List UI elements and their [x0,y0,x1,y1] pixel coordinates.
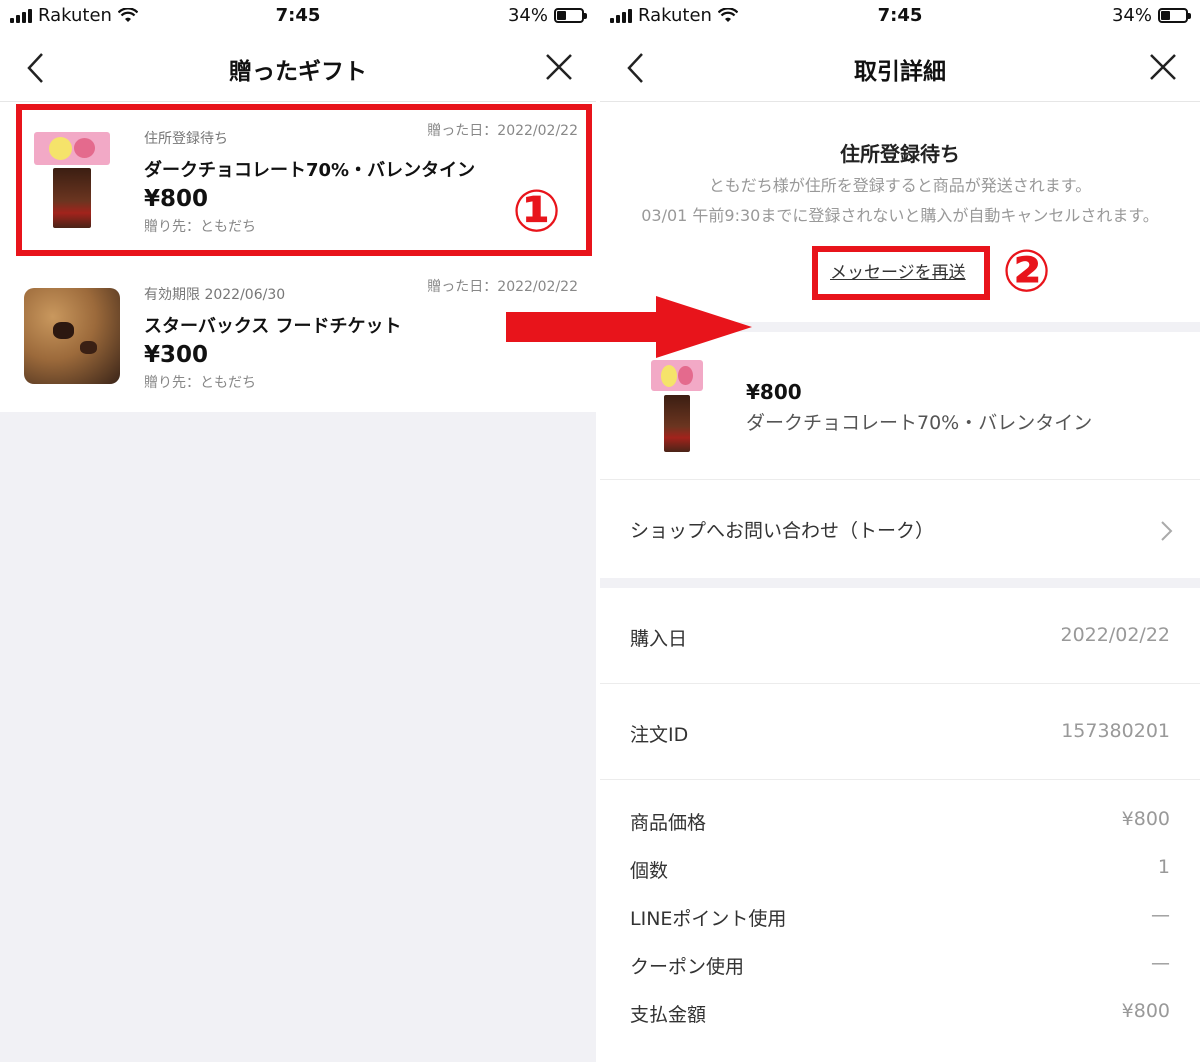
status-note: 03/01 午前9:30までに登録されないと購入が自動キャンセルされます。 [641,206,1159,225]
navigation-bar: 取引詳細 [600,34,1200,102]
status-description: ともだち様が住所を登録すると商品が発送されます。 [708,176,1092,195]
purchase-date-value: 2022/02/22 [1060,624,1170,646]
clock: 7:45 [877,5,923,26]
detail-label: クーポン使用 [630,956,745,978]
product-name: ダークチョコレート70%・バレンタイン [746,412,1093,434]
detail-value: ¥800 [1121,1000,1170,1022]
order-id-label: 注文ID [630,724,689,746]
callout-number-1: ① [512,177,562,245]
highlight-box-1 [16,104,592,256]
shop-contact-row[interactable]: ショップへお問い合わせ（トーク） [600,480,1200,578]
section-divider [600,578,1200,588]
gift-price: ¥300 [144,342,209,368]
detail-label: 個数 [630,860,669,882]
status-title: 住所登録待ち [840,142,960,166]
product-price: ¥800 [746,380,802,404]
shop-contact-label: ショップへお問い合わせ（トーク） [630,520,935,542]
order-id-row: 注文ID 157380201 [600,684,1200,780]
navigation-bar: 贈ったギフト [0,34,596,102]
chocolate-gift-image [644,360,710,452]
gift-list-screen: Rakuten 7:45 34% 贈ったギフト 住所登録待ち 贈った日：2022… [0,0,596,1062]
arrow-right-icon [506,296,752,358]
detail-row: 支払金額 ¥800 [630,1000,1170,1030]
detail-row: クーポン使用 — [630,952,1170,982]
purchase-date-row: 購入日 2022/02/22 [600,588,1200,684]
chevron-right-icon [1161,521,1173,541]
gift-recipient: 贈り先：ともだち [144,375,256,391]
page-title: 取引詳細 [854,59,946,85]
cookie-image [24,288,120,384]
detail-value: — [1151,952,1170,974]
callout-number-2: ② [1002,237,1052,305]
detail-label: 商品価格 [630,812,707,834]
detail-label: LINEポイント使用 [630,908,787,930]
detail-label: 支払金額 [630,1004,707,1026]
detail-value: — [1151,904,1170,926]
clock: 7:45 [275,5,321,26]
order-id-value: 157380201 [1061,720,1170,742]
highlight-box-2 [812,246,990,300]
status-bar: Rakuten 7:45 34% [600,0,1200,34]
gift-status: 有効期限 2022/06/30 [144,287,286,303]
transaction-detail-screen: Rakuten 7:45 34% 取引詳細 住所登録待ち ともだち様が住所を登録… [600,0,1200,1062]
detail-row: 個数 1 [630,856,1170,886]
close-icon[interactable] [1148,52,1178,82]
price-breakdown: 商品価格 ¥800 個数 1 LINEポイント使用 — クーポン使用 — 支払金… [600,790,1200,1062]
battery-icon [1158,8,1191,23]
battery-icon [554,8,587,23]
detail-value: 1 [1157,856,1170,878]
detail-row: 商品価格 ¥800 [630,808,1170,838]
detail-value: ¥800 [1121,808,1170,830]
battery-percent: 34% [1111,5,1152,26]
status-bar: Rakuten 7:45 34% [0,0,596,34]
gift-name: スターバックス フードチケット [144,316,402,337]
page-title: 贈ったギフト [229,59,367,85]
gift-date: 贈った日：2022/02/22 [427,279,578,295]
order-status-section: 住所登録待ち ともだち様が住所を登録すると商品が発送されます。 03/01 午前… [600,102,1200,322]
battery-percent: 34% [507,5,548,26]
close-icon[interactable] [544,52,574,82]
detail-row: LINEポイント使用 — [630,904,1170,934]
purchase-date-label: 購入日 [630,628,688,650]
